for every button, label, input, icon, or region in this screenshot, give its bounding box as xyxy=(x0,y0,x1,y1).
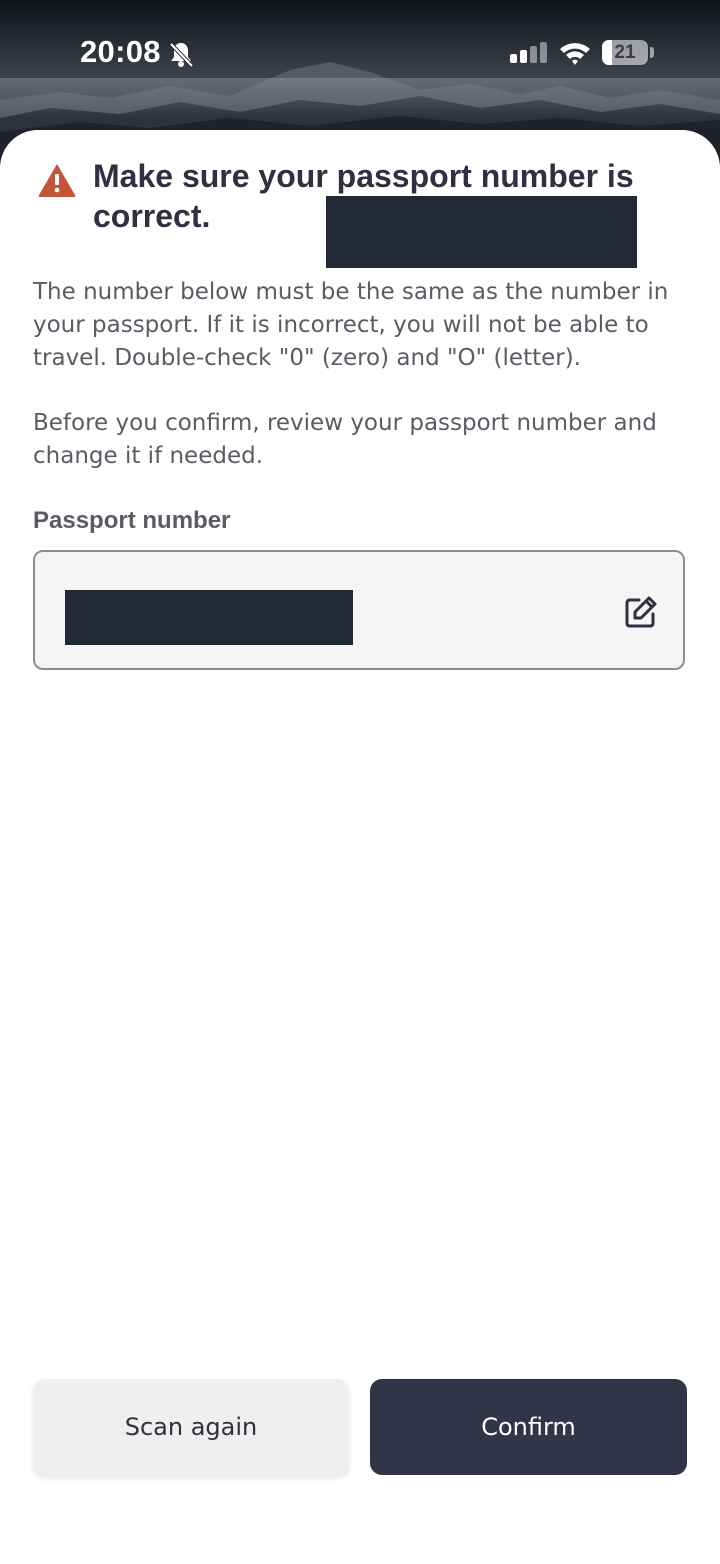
status-time: 20:08 xyxy=(80,34,161,69)
redacted-block xyxy=(326,196,637,268)
passport-number-field[interactable] xyxy=(33,550,685,670)
passport-number-value[interactable] xyxy=(65,590,353,645)
warning-description: The number below must be the same as the… xyxy=(33,279,669,371)
battery-level: 21 xyxy=(614,42,636,63)
edit-icon[interactable] xyxy=(623,594,659,630)
warning-icon xyxy=(38,164,76,197)
battery-cap xyxy=(650,47,654,58)
battery-icon: 21 xyxy=(602,40,648,65)
status-bar: 20:08 21 xyxy=(0,0,720,104)
review-instruction: Before you confirm, review your passport… xyxy=(33,410,657,469)
scan-again-button[interactable]: Scan again xyxy=(33,1379,349,1475)
passport-number-label: Passport number xyxy=(33,507,231,534)
signal-icon xyxy=(510,42,547,63)
confirm-button[interactable]: Confirm xyxy=(370,1379,687,1475)
bell-slash-icon xyxy=(169,42,194,68)
wifi-icon xyxy=(560,43,590,65)
